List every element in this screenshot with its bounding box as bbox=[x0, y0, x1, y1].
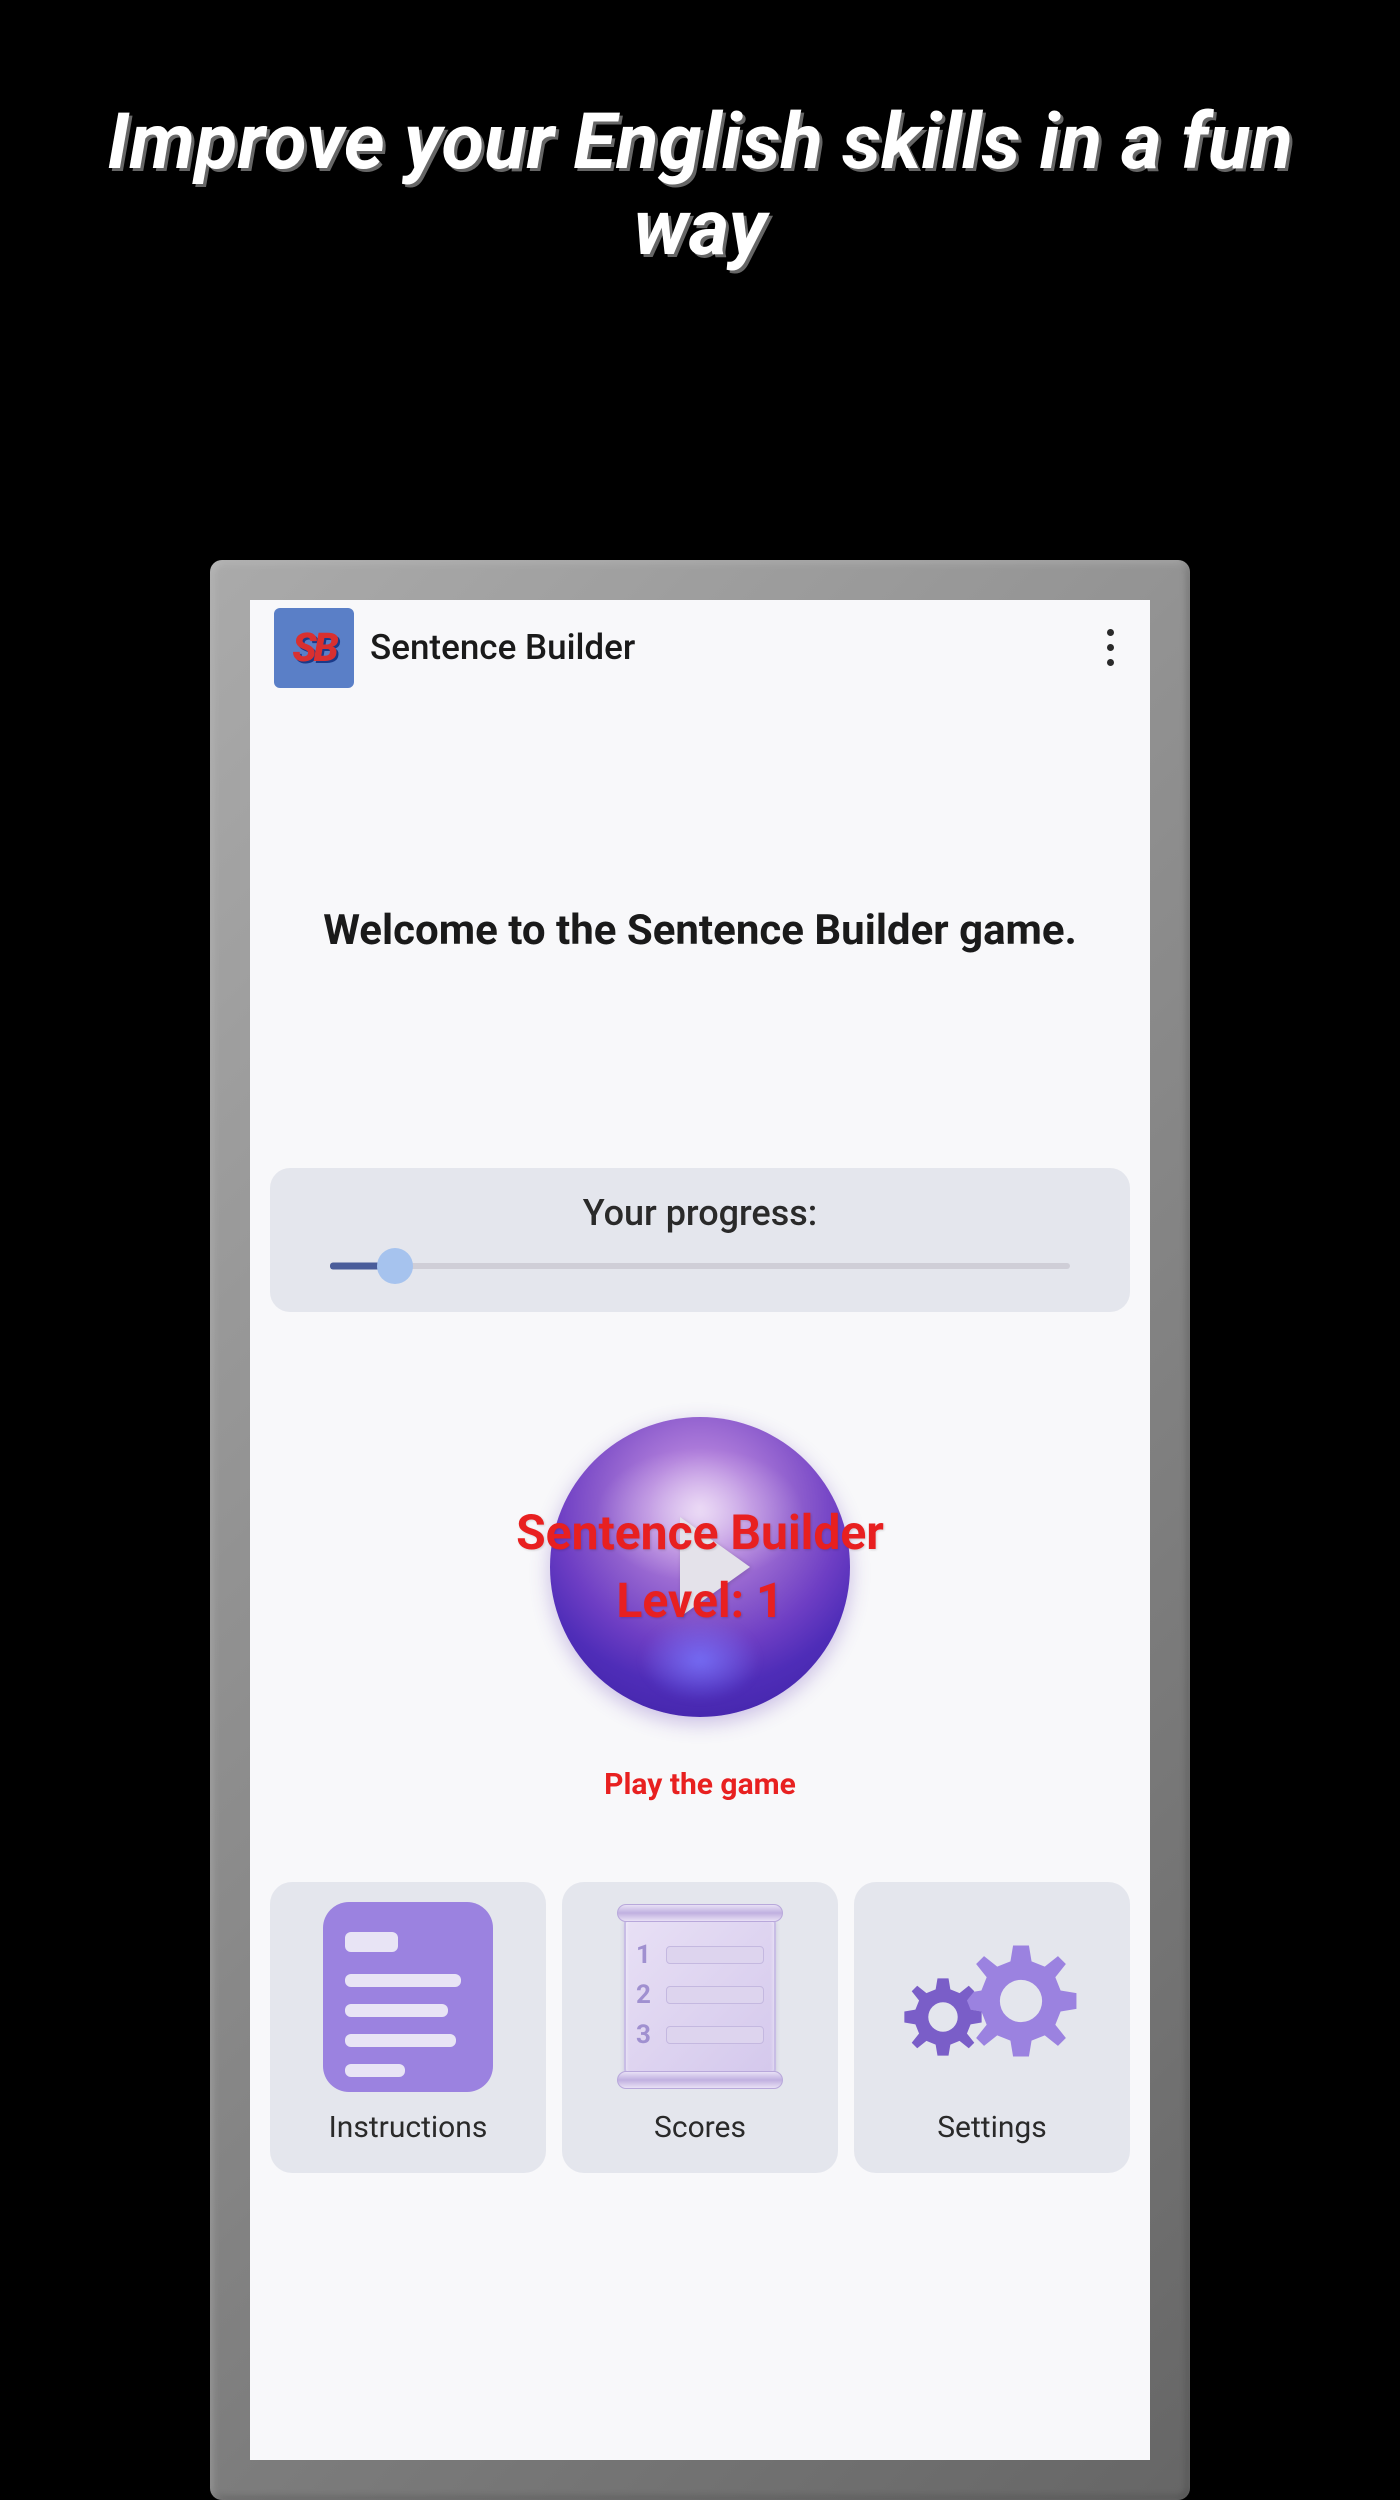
app-icon: SB bbox=[274, 608, 354, 688]
slider-thumb[interactable] bbox=[377, 1248, 413, 1284]
progress-card: Your progress: bbox=[270, 1168, 1130, 1312]
device-frame: SB Sentence Builder Welcome to the Sente… bbox=[210, 560, 1190, 2500]
play-button[interactable]: Sentence Builder Level: 1 bbox=[270, 1397, 1130, 1737]
app-screen: SB Sentence Builder Welcome to the Sente… bbox=[250, 600, 1150, 2460]
settings-label: Settings bbox=[937, 2110, 1047, 2145]
instructions-label: Instructions bbox=[329, 2110, 488, 2145]
scores-button[interactable]: 1 2 3 Scores bbox=[562, 1882, 838, 2173]
welcome-heading: Welcome to the Sentence Builder game. bbox=[270, 905, 1130, 958]
slider-track bbox=[330, 1263, 1070, 1269]
gears-icon bbox=[897, 1907, 1087, 2087]
app-title: Sentence Builder bbox=[370, 627, 1078, 668]
overflow-menu-icon[interactable] bbox=[1094, 624, 1126, 672]
progress-slider[interactable] bbox=[300, 1256, 1100, 1276]
document-icon bbox=[323, 1902, 493, 2092]
play-overlay-text: Sentence Builder Level: 1 bbox=[270, 1499, 1130, 1633]
scores-label: Scores bbox=[654, 2110, 746, 2145]
app-bar: SB Sentence Builder bbox=[250, 600, 1150, 695]
nav-grid: Instructions 1 2 3 Scores bbox=[270, 1882, 1130, 2173]
settings-button[interactable]: Settings bbox=[854, 1882, 1130, 2173]
instructions-button[interactable]: Instructions bbox=[270, 1882, 546, 2173]
promo-headline: Improve your English skills in a fun way bbox=[0, 0, 1400, 272]
scroll-icon: 1 2 3 bbox=[620, 1904, 780, 2089]
app-icon-text: SB bbox=[292, 624, 335, 671]
progress-label: Your progress: bbox=[300, 1192, 1100, 1234]
play-caption: Play the game bbox=[270, 1767, 1130, 1802]
